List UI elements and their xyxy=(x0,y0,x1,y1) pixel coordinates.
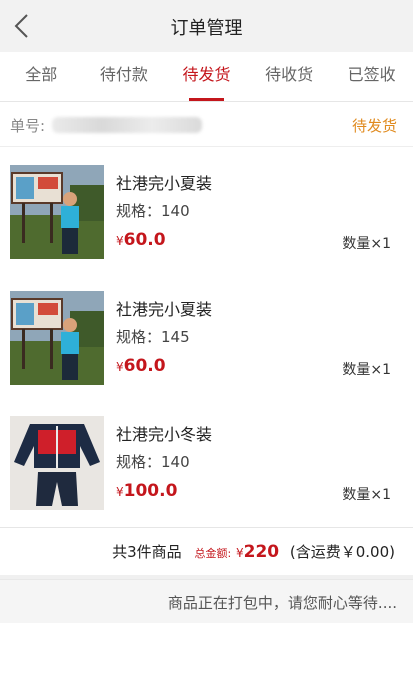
product-thumbnail xyxy=(10,416,104,510)
status-message: 商品正在打包中，请您耐心等待.... xyxy=(167,594,397,612)
tab-pending-receipt[interactable]: 待收货 xyxy=(248,52,331,101)
order-status-badge: 待发货 xyxy=(351,117,397,135)
total-amount: 220 xyxy=(243,542,280,562)
order-number-redacted xyxy=(52,117,202,133)
item-count: 共3件商品 xyxy=(112,543,182,561)
product-name: 社港完小冬装 xyxy=(116,425,213,444)
top-header: 订单管理 xyxy=(0,0,413,52)
order-number-bar: 单号: 待发货 xyxy=(0,103,413,147)
product-price: ¥60.0 xyxy=(116,230,166,250)
product-quantity: 数量×1 xyxy=(342,487,391,503)
tab-pending-payment[interactable]: 待付款 xyxy=(83,52,166,101)
shipping-fee: (含运费￥0.00) xyxy=(289,543,395,561)
order-item[interactable]: 社港完小冬装 规格：140 ¥100.0 数量×1 xyxy=(0,401,413,527)
product-price: ¥60.0 xyxy=(116,356,166,376)
page-title: 订单管理 xyxy=(170,18,243,39)
total-currency: ¥ xyxy=(235,546,244,560)
status-message-bar: 商品正在打包中，请您耐心等待.... xyxy=(0,579,413,623)
product-thumbnail xyxy=(10,291,104,385)
product-name: 社港完小夏装 xyxy=(116,174,213,193)
order-number-label: 单号: xyxy=(10,117,46,135)
product-name: 社港完小夏装 xyxy=(116,300,213,319)
product-spec: 规格：140 xyxy=(116,202,190,220)
order-item[interactable]: 社港完小夏装 规格：145 ¥60.0 数量×1 xyxy=(0,276,413,402)
total-label: 总金额: xyxy=(194,547,232,560)
product-spec: 规格：145 xyxy=(116,328,190,346)
tab-signed[interactable]: 已签收 xyxy=(330,52,413,101)
tab-all[interactable]: 全部 xyxy=(0,52,83,101)
order-status-tabs: 全部 待付款 待发货 待收货 已签收 xyxy=(0,52,413,102)
product-quantity: 数量×1 xyxy=(342,236,391,252)
product-quantity: 数量×1 xyxy=(342,362,391,378)
product-thumbnail xyxy=(10,165,104,259)
order-item[interactable]: 社港完小夏装 规格：140 ¥60.0 数量×1 xyxy=(0,150,413,276)
product-price: ¥100.0 xyxy=(116,481,178,501)
order-summary: 共3件商品 总金额: ¥220 (含运费￥0.00) xyxy=(0,527,413,575)
tab-pending-shipment[interactable]: 待发货 xyxy=(165,52,248,101)
product-spec: 规格：140 xyxy=(116,453,190,471)
